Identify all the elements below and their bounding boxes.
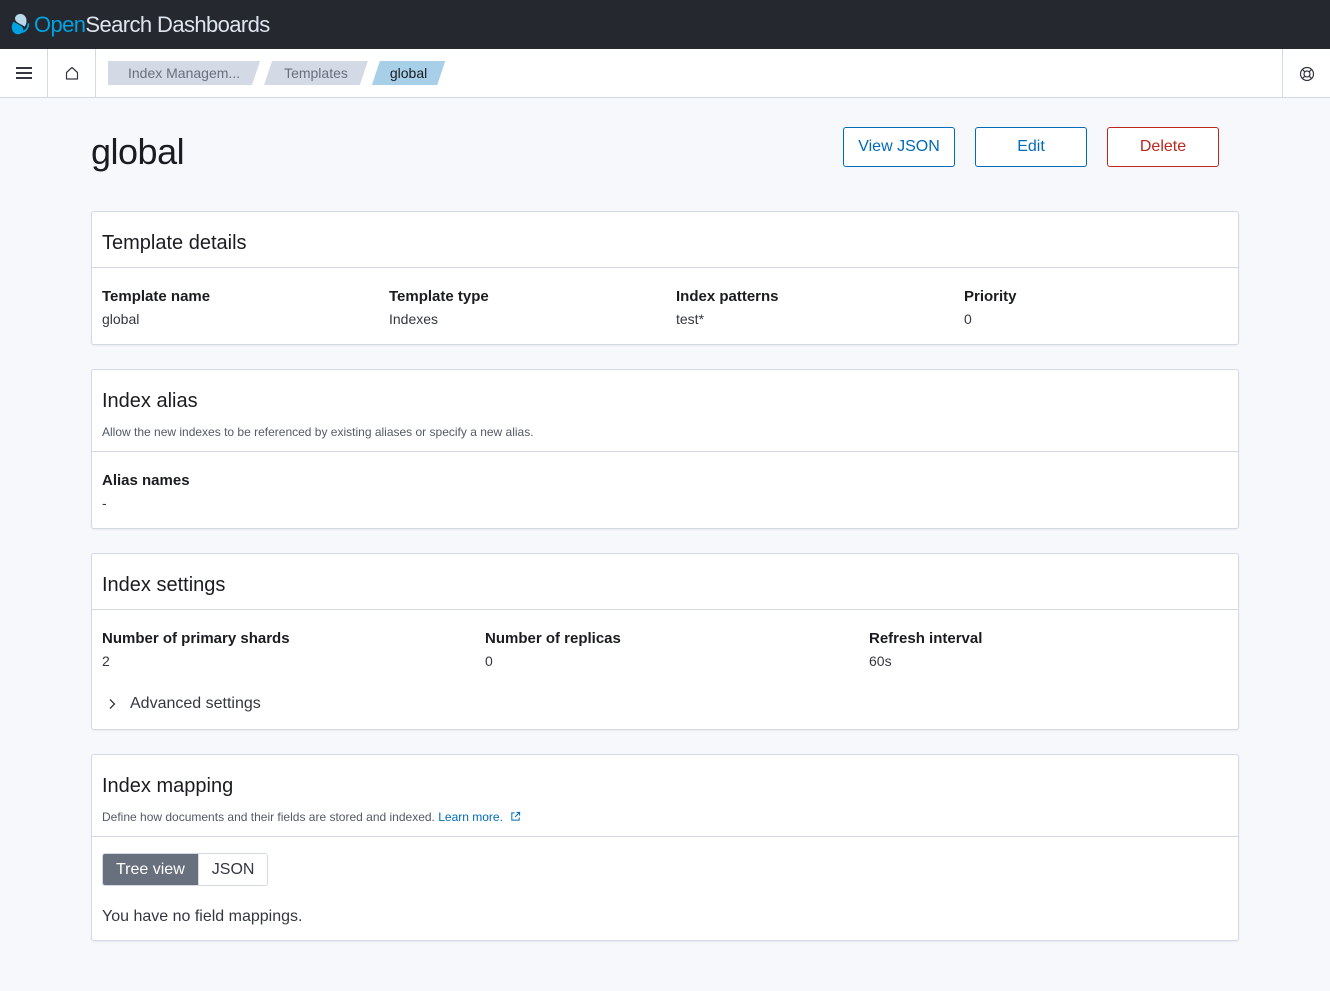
index-settings-body: Number of primary shards 2 Number of rep…	[92, 610, 1238, 729]
delete-button[interactable]: Delete	[1107, 126, 1219, 167]
view-json-button[interactable]: View JSON	[843, 126, 955, 167]
index-mapping-panel: Index mapping Define how documents and t…	[91, 754, 1239, 941]
home-button[interactable]	[48, 48, 96, 98]
breadcrumb: Index Managem... Templates global	[108, 61, 449, 85]
field-label: Template name	[102, 288, 211, 305]
field-label: Refresh interval	[869, 630, 983, 647]
template-details-header: Template details	[92, 212, 1238, 268]
field-value: 60s	[869, 653, 892, 669]
empty-mappings-message: You have no field mappings.	[102, 908, 303, 925]
field-value: 2	[102, 653, 110, 669]
index-alias-description: Allow the new indexes to be referenced b…	[102, 425, 534, 439]
help-button[interactable]	[1282, 49, 1330, 98]
index-mapping-header: Index mapping Define how documents and t…	[92, 755, 1238, 837]
template-details-title: Template details	[102, 232, 247, 254]
edit-button[interactable]: Edit	[975, 126, 1087, 167]
breadcrumb-bar: Index Managem... Templates global	[0, 48, 1330, 98]
chevron-right-icon	[109, 699, 116, 709]
tree-view-button[interactable]: Tree view	[103, 854, 198, 885]
field-value: test*	[676, 311, 705, 327]
logo-text: OpenSearch Dashboards	[34, 12, 270, 38]
json-view-button[interactable]: JSON	[197, 854, 268, 885]
page-header: global View JSON Edit Delete	[91, 98, 1239, 211]
mapping-view-toggle: Tree view JSON	[102, 853, 269, 886]
breadcrumb-templates[interactable]: Templates	[264, 61, 368, 85]
field-value: 0	[485, 653, 493, 669]
top-header: OpenSearch Dashboards	[0, 0, 1330, 49]
field-label: Number of replicas	[485, 630, 621, 647]
index-mapping-title: Index mapping	[102, 775, 234, 797]
field-value: Indexes	[389, 311, 439, 327]
alias-names-field: Alias names -	[92, 452, 1238, 528]
index-mapping-body: Tree view JSON You have no field mapping…	[92, 837, 1238, 940]
primary-shards-field: Number of primary shards 2	[102, 630, 485, 669]
template-details-fields: Template name global Template type Index…	[92, 268, 1238, 344]
index-settings-title: Index settings	[102, 574, 226, 596]
menu-button[interactable]	[0, 48, 48, 98]
advanced-settings-label: Advanced settings	[130, 695, 261, 712]
field-label: Alias names	[102, 472, 190, 489]
field-label: Index patterns	[676, 288, 779, 305]
replicas-field: Number of replicas 0	[485, 630, 869, 669]
logo-text-open: Open	[34, 11, 86, 37]
priority-field: Priority 0	[964, 288, 1228, 327]
breadcrumb-index-management[interactable]: Index Managem...	[108, 61, 260, 85]
field-label: Priority	[964, 288, 1017, 305]
index-patterns-field: Index patterns test*	[676, 288, 964, 327]
index-mapping-description-text: Define how documents and their fields ar…	[102, 810, 435, 824]
page-actions: View JSON Edit Delete	[843, 126, 1219, 167]
learn-more-label: Learn more.	[438, 810, 503, 824]
logo-text-rest: Search Dashboards	[85, 11, 270, 37]
template-details-panel: Template details Template name global Te…	[91, 211, 1239, 345]
field-value: global	[102, 311, 140, 327]
template-name-field: Template name global	[102, 288, 389, 327]
advanced-settings-toggle[interactable]: Advanced settings	[106, 695, 1228, 713]
page-title: global	[91, 130, 185, 172]
template-type-field: Template type Indexes	[389, 288, 676, 327]
opensearch-logo[interactable]: OpenSearch Dashboards	[10, 12, 270, 38]
refresh-interval-field: Refresh interval 60s	[869, 630, 1228, 669]
breadcrumb-current: global	[372, 61, 445, 85]
opensearch-logo-icon	[11, 13, 30, 34]
main-content: global View JSON Edit Delete Template de…	[91, 98, 1239, 965]
index-mapping-description: Define how documents and their fields ar…	[102, 810, 1228, 824]
field-value: -	[102, 495, 107, 511]
menu-icon	[15, 67, 32, 79]
home-icon	[65, 66, 78, 80]
index-alias-panel: Index alias Allow the new indexes to be …	[91, 369, 1239, 529]
field-label: Template type	[389, 288, 489, 305]
learn-more-link[interactable]: Learn more.	[438, 810, 521, 824]
index-settings-panel: Index settings Number of primary shards …	[91, 553, 1239, 730]
index-alias-title: Index alias	[102, 390, 198, 412]
external-link-icon	[511, 811, 521, 821]
index-alias-header: Index alias Allow the new indexes to be …	[92, 370, 1238, 452]
field-value: 0	[964, 311, 972, 327]
help-icon	[1299, 66, 1314, 81]
field-label: Number of primary shards	[102, 630, 290, 647]
index-settings-fields: Number of primary shards 2 Number of rep…	[102, 630, 1228, 669]
index-settings-header: Index settings	[92, 554, 1238, 610]
